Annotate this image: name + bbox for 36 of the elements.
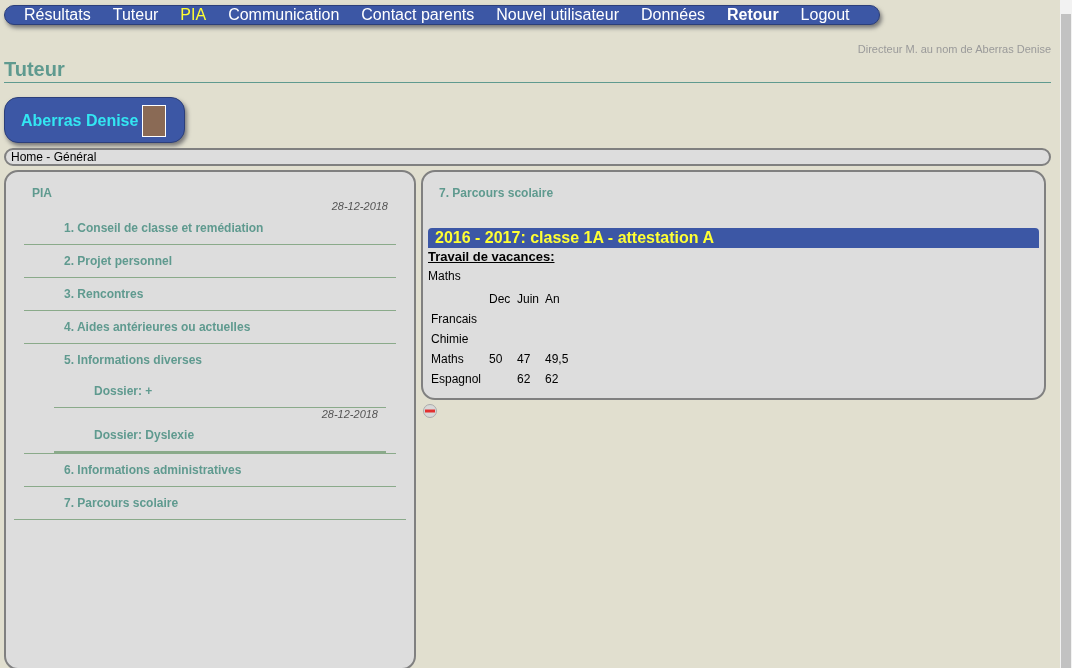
nav-link[interactable]: Logout [789,6,861,24]
grade-cell: 49,5 [545,352,569,366]
scroll-thumb[interactable] [1061,14,1071,668]
grade-cell: 62 [517,372,531,386]
grade-cell: 47 [517,352,531,366]
year-header: 2016 - 2017: classe 1A - attestation A [428,228,1039,248]
subject-cell-text: Espagnol [430,371,483,388]
avatar-placeholder [142,105,167,137]
user-note: Directeur M. au nom de Aberras Denise [857,43,1051,55]
panel-title: 7. Parcours scolaire [438,186,555,200]
item-date: 28-12-2018 [321,408,379,420]
nav-link[interactable]: Contact parents [350,6,486,24]
item-date: 28-12-2018 [331,200,389,212]
student-badge[interactable]: Aberras Denise [4,97,186,143]
column-header: An [544,291,561,308]
nav-link[interactable]: Résultats [13,6,102,24]
subject-cell-text: Chimie [430,331,470,348]
page-title: Tuteur [4,55,1051,83]
student-name: Aberras Denise [21,112,139,130]
subject-cell-text: Maths [430,351,465,368]
subject-cell-text: Francais [430,311,478,328]
nav-link[interactable]: Tuteur [101,6,170,24]
panel-title: PIA [31,186,53,200]
nav-link[interactable]: Communication [217,6,351,24]
breadcrumb-text[interactable]: Home - Général [11,150,97,164]
grade-cell: 50 [489,352,503,366]
column-header: Dec [488,291,512,308]
column-header: Juin [516,291,540,308]
nav-link[interactable]: Données [630,6,717,24]
scrollbar[interactable] [1060,0,1072,668]
nav-link[interactable]: Nouvel utilisateur [485,6,630,24]
nav-link[interactable]: PIA [169,6,218,24]
grade-cell: 62 [545,372,559,386]
vacation-heading: Travail de vacances: [428,249,556,264]
vacation-subject: Maths [428,269,462,283]
nav-link[interactable]: Retour [716,6,790,24]
